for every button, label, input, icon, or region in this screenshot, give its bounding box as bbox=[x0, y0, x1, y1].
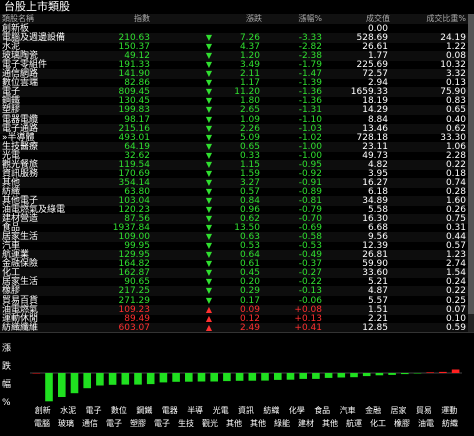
col-header-change[interactable]: 漲跌 bbox=[232, 14, 262, 24]
chart-bar bbox=[388, 373, 396, 375]
chart-category-label: 電器 bbox=[162, 406, 178, 415]
pct-change-chart: 創新 水泥 電子 數位 鋼鐵 電器 半導 光電 資訊 紡織 化學 食品 汽車 金融 居家 貿易 運動 電腦 玻璃 通信… bbox=[0, 332, 474, 432]
chart-bar bbox=[146, 373, 155, 385]
chart-bar bbox=[134, 373, 142, 385]
chart-category-label: 貿易 bbox=[416, 405, 432, 415]
chart-category-label: 其他 bbox=[250, 418, 266, 428]
window-title-bar: 台股上市類股 bbox=[0, 0, 474, 15]
chart-category-label: 化工 bbox=[370, 418, 386, 428]
chart-category-label: 食品 bbox=[314, 405, 330, 415]
vertical-scrollbar[interactable] bbox=[468, 14, 474, 332]
chart-category-label: 觀光 bbox=[202, 418, 218, 428]
chart-bar bbox=[45, 373, 53, 402]
col-header-name[interactable]: 類股名稱 bbox=[2, 14, 34, 24]
chart-category-label: 通信 bbox=[82, 418, 98, 428]
chart-category-label: 電子 bbox=[106, 419, 122, 428]
scrollbar-thumb[interactable] bbox=[468, 14, 474, 314]
table-header: 類股名稱 指數 漲跌 漲幅% 成交值 成交比重% bbox=[0, 14, 468, 24]
chart-bar bbox=[83, 373, 91, 389]
window-title: 台股上市類股 bbox=[4, 0, 70, 13]
chart-bar bbox=[58, 373, 66, 397]
chart-svg: 創新 水泥 電子 數位 鋼鐵 電器 半導 光電 資訊 紡織 化學 食品 汽車 金融 居家 貿易 運動電腦 玻璃 通信… bbox=[30, 369, 462, 428]
chart-category-label: 航運 bbox=[346, 418, 362, 428]
chart-category-label: 建材 bbox=[298, 418, 314, 428]
chart-y-label-char: 漲 bbox=[2, 344, 12, 354]
chart-bar bbox=[185, 373, 193, 382]
chart-y-label: 漲跌幅% bbox=[2, 340, 14, 410]
chart-bar bbox=[451, 369, 460, 373]
chart-bar bbox=[286, 373, 295, 380]
chart-bar bbox=[172, 373, 180, 382]
chart-bar bbox=[274, 373, 282, 380]
col-header-pct[interactable]: 漲幅% bbox=[290, 14, 322, 24]
chart-bar bbox=[324, 373, 333, 378]
chart-category-label: 化學 bbox=[289, 405, 305, 415]
chart-category-label: 紡織 bbox=[263, 405, 279, 415]
chart-bar bbox=[235, 373, 244, 381]
chart-bar bbox=[362, 373, 371, 377]
chart-bar bbox=[210, 373, 218, 382]
chart-bar bbox=[439, 371, 447, 373]
chart-category-label: 數位 bbox=[111, 405, 127, 415]
chart-bar bbox=[159, 373, 168, 383]
chart-bar bbox=[261, 373, 269, 381]
chart-bar bbox=[96, 373, 104, 386]
chart-category-label: 其他 bbox=[226, 418, 242, 428]
chart-category-label: 光電 bbox=[213, 405, 229, 415]
chart-category-label: 油電 bbox=[418, 418, 434, 428]
chart-y-label-char: 跌 bbox=[2, 362, 12, 372]
chart-bar bbox=[248, 373, 257, 381]
chart-bar bbox=[121, 373, 130, 385]
col-header-volume[interactable]: 成交值 bbox=[358, 14, 390, 24]
chart-bar bbox=[413, 373, 422, 374]
chart-category-label: 居家 bbox=[391, 405, 407, 415]
chart-bar bbox=[70, 373, 79, 394]
chart-bar bbox=[299, 373, 307, 379]
chart-bar bbox=[337, 373, 346, 378]
chart-bar bbox=[312, 373, 320, 379]
chart-category-label: 電腦 bbox=[34, 418, 50, 428]
chart-category-label: 鋼鐵 bbox=[136, 405, 152, 415]
chart-bar bbox=[375, 373, 384, 376]
chart-category-label: 水泥 bbox=[60, 405, 76, 415]
chart-category-label: 金融 bbox=[365, 405, 381, 415]
chart-category-label: 電子 bbox=[86, 406, 102, 415]
chart-category-label: 生技 bbox=[178, 418, 194, 428]
chart-category-label: 資訊 bbox=[238, 405, 254, 415]
chart-category-label: 紡織 bbox=[442, 418, 458, 428]
chart-category-label: 橡膠 bbox=[394, 418, 410, 428]
col-header-index[interactable]: 指數 bbox=[120, 14, 150, 24]
chart-bar bbox=[223, 373, 231, 382]
chart-y-label-char: % bbox=[2, 398, 11, 408]
chart-category-label: 綠能 bbox=[274, 418, 290, 428]
chart-category-label: 玻璃 bbox=[58, 418, 74, 428]
chart-category-label: 半導 bbox=[187, 405, 203, 415]
chart-bar bbox=[197, 373, 206, 382]
chart-y-label-char: 幅 bbox=[2, 380, 12, 390]
chart-category-label: 汽車 bbox=[340, 405, 356, 415]
chart-category-label: 電子 bbox=[154, 419, 170, 428]
chart-category-label: 其他 bbox=[322, 418, 338, 428]
chart-category-label: 塑膠 bbox=[130, 419, 146, 428]
col-header-ratio[interactable]: 成交比重% bbox=[420, 14, 466, 24]
chart-category-label: 創新 bbox=[35, 405, 51, 415]
chart-bar bbox=[401, 373, 409, 375]
chart-bar bbox=[350, 373, 358, 378]
chart-bar bbox=[426, 372, 434, 373]
chart-bar bbox=[32, 373, 41, 374]
chart-bar bbox=[108, 373, 117, 385]
chart-category-label: 運動 bbox=[441, 406, 457, 415]
sector-table: 類股名稱 指數 漲跌 漲幅% 成交值 成交比重% 創新板 0.00 電腦及週邊設備 2… bbox=[0, 14, 468, 333]
